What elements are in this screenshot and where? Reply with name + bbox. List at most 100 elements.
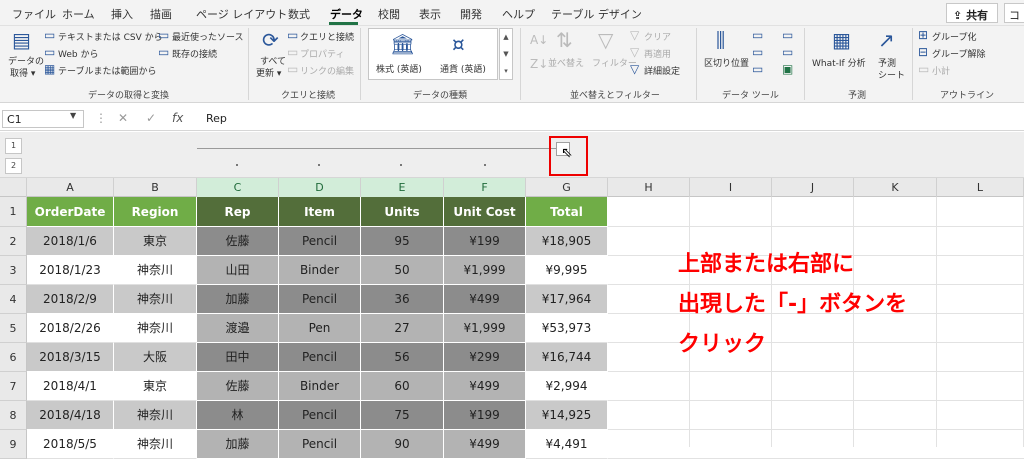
table-cell[interactable]: 佐藤 [197,227,279,256]
tab-insert[interactable]: 挿入 [111,6,133,22]
table-cell[interactable]: 75 [361,401,444,430]
row-header[interactable]: 3 [0,256,27,285]
refresh-all-label-2[interactable]: 更新 ▾ [256,66,281,79]
queries-connections-button[interactable]: クエリと接続 [300,30,354,43]
table-cell[interactable]: 神奈川 [114,314,197,343]
gallery-scroll[interactable]: ▲ ▼ ▾ [499,28,513,80]
relationships-icon[interactable]: ▭ [782,46,793,58]
table-cell[interactable]: 50 [361,256,444,285]
whatif-button[interactable]: What-If 分析 [812,56,866,69]
table-cell[interactable]: Pencil [279,227,361,256]
table-cell[interactable]: ¥16,744 [526,343,608,372]
flash-fill-icon[interactable]: ▭ [752,29,763,41]
table-cell[interactable]: 36 [361,285,444,314]
advanced-filter-button[interactable]: 詳細設定 [644,64,680,77]
table-cell[interactable]: ¥18,905 [526,227,608,256]
from-text-csv-button[interactable]: テキストまたは CSV から [58,30,163,43]
get-data-label-2[interactable]: 取得 ▾ [10,66,35,79]
select-all-corner[interactable] [0,178,27,197]
column-header-e[interactable]: E [361,178,444,197]
row-header[interactable]: 9 [0,430,27,459]
table-cell[interactable]: 60 [361,372,444,401]
consolidate-icon[interactable]: ▭ [782,29,793,41]
table-cell[interactable]: ¥499 [444,430,526,459]
table-cell[interactable]: 渡邉 [197,314,279,343]
insert-function-icon[interactable]: fx [172,111,183,125]
table-header-cell[interactable]: Unit Cost [444,197,526,227]
from-web-button[interactable]: Web から [58,47,98,60]
table-header-cell[interactable]: OrderDate [27,197,114,227]
tab-help[interactable]: ヘルプ [502,6,535,22]
table-cell[interactable]: ¥199 [444,401,526,430]
data-model-icon[interactable]: ▣ [782,63,793,75]
table-cell[interactable]: ¥499 [444,372,526,401]
table-cell[interactable]: Pencil [279,285,361,314]
currency-button[interactable]: 通貨 (英語) [440,62,486,75]
table-cell[interactable]: ¥1,999 [444,256,526,285]
subtotal-button[interactable]: 小計 [932,64,950,77]
column-header-l[interactable]: L [937,178,1024,197]
column-header-g[interactable]: G [526,178,608,197]
table-cell[interactable]: 加藤 [197,430,279,459]
comments-button[interactable]: コ [1004,3,1024,23]
share-button[interactable]: ⇪ 共有 [946,3,998,23]
table-cell[interactable]: 加藤 [197,285,279,314]
table-cell[interactable]: ¥14,925 [526,401,608,430]
tab-file[interactable]: ファイル [12,6,56,22]
table-cell[interactable]: 東京 [114,372,197,401]
column-header-a[interactable]: A [27,178,114,197]
table-cell[interactable]: ¥9,995 [526,256,608,285]
table-cell[interactable]: Pencil [279,401,361,430]
reapply-button[interactable]: 再適用 [644,47,671,60]
table-cell[interactable]: 27 [361,314,444,343]
column-header-i[interactable]: I [690,178,772,197]
table-cell[interactable]: Pencil [279,343,361,372]
from-table-range-button[interactable]: テーブルまたは範囲から [58,64,156,77]
table-cell[interactable]: 山田 [197,256,279,285]
tab-table-design[interactable]: テーブル デザイン [551,6,642,22]
table-cell[interactable]: ¥4,491 [526,430,608,459]
cancel-icon[interactable]: ✕ [118,111,128,125]
forecast-sheet-label-2[interactable]: シート [878,68,905,81]
table-cell[interactable]: ¥499 [444,285,526,314]
column-header-c[interactable]: C [197,178,279,197]
table-cell[interactable]: ¥299 [444,343,526,372]
row-header[interactable]: 7 [0,372,27,401]
table-cell[interactable]: 佐藤 [197,372,279,401]
table-cell[interactable]: 神奈川 [114,401,197,430]
enter-icon[interactable]: ✓ [146,111,156,125]
table-cell[interactable]: 2018/2/26 [27,314,114,343]
table-cell[interactable]: 56 [361,343,444,372]
table-cell[interactable]: 神奈川 [114,285,197,314]
column-header-f[interactable]: F [444,178,526,197]
table-cell[interactable]: Binder [279,372,361,401]
data-validation-icon[interactable]: ▭ [752,63,763,75]
remove-duplicates-icon[interactable]: ▭ [752,46,763,58]
tab-page-layout[interactable]: ページ レイアウト [196,6,287,22]
table-cell[interactable]: 2018/3/15 [27,343,114,372]
tab-review[interactable]: 校閲 [378,6,400,22]
table-cell[interactable]: 2018/5/5 [27,430,114,459]
ungroup-button[interactable]: グループ解除 [932,47,985,60]
table-cell[interactable]: 2018/1/6 [27,227,114,256]
table-cell[interactable]: 2018/2/9 [27,285,114,314]
edit-links-button[interactable]: リンクの編集 [300,64,354,77]
table-header-cell[interactable]: Item [279,197,361,227]
sort-button[interactable]: 並べ替え [548,56,584,69]
sort-ascending-icon[interactable]: A↓ [530,34,548,46]
tab-draw[interactable]: 描画 [150,6,172,22]
row-header[interactable]: 6 [0,343,27,372]
tab-home[interactable]: ホーム [62,6,95,22]
table-cell[interactable]: 2018/1/23 [27,256,114,285]
sort-descending-icon[interactable]: Z↓ [530,58,548,70]
table-cell[interactable]: ¥53,973 [526,314,608,343]
table-header-cell[interactable]: Region [114,197,197,227]
table-cell[interactable]: 神奈川 [114,256,197,285]
table-cell[interactable]: 神奈川 [114,430,197,459]
outline-level-1-button[interactable]: 1 [5,138,22,154]
row-header[interactable]: 5 [0,314,27,343]
tab-data[interactable]: データ [330,6,363,22]
table-cell[interactable]: 2018/4/1 [27,372,114,401]
recent-sources-button[interactable]: 最近使ったソース [172,30,244,43]
table-cell[interactable]: Pencil [279,430,361,459]
